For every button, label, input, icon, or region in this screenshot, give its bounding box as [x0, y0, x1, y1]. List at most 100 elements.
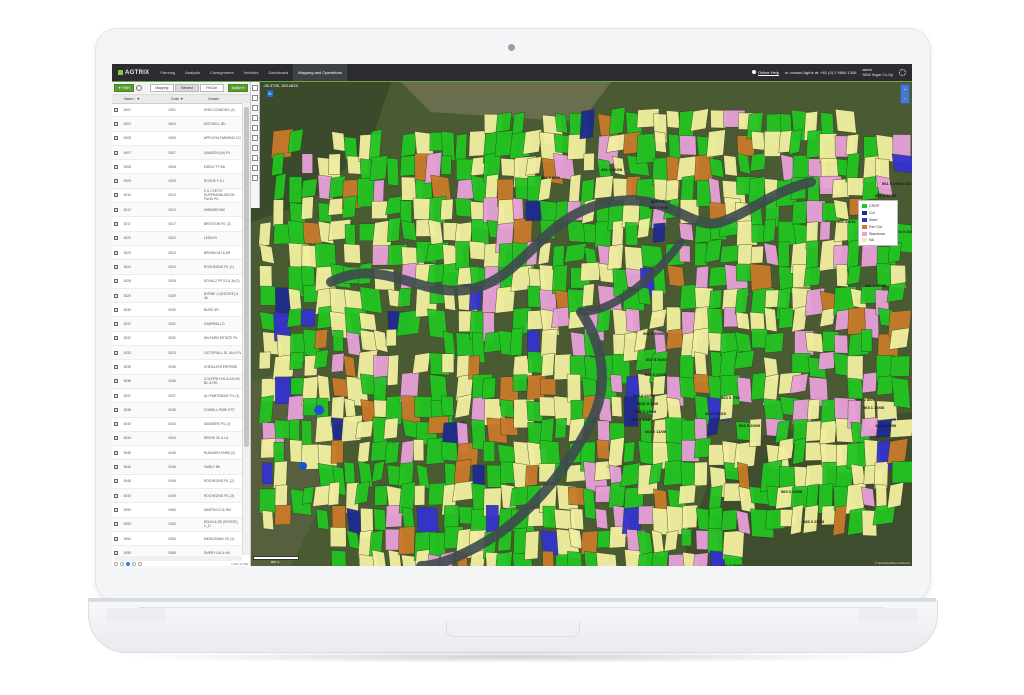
gear-icon[interactable] — [899, 69, 906, 76]
table-row[interactable]: 0024 0024 ROCHEONG P/L (1) — [112, 260, 242, 275]
brand-logo[interactable]: AGTRIX — [112, 64, 155, 81]
row-checkbox[interactable] — [114, 450, 119, 455]
row-checkbox[interactable] — [114, 493, 119, 498]
table-row[interactable]: 0046 0046 FAIRLY BK — [112, 460, 242, 475]
block-label[interactable]: 601 0 8/09 — [541, 176, 560, 180]
user-menu[interactable]: admin NSW Sugar Co-Op — [862, 68, 893, 78]
tab-mapping[interactable]: Mapping — [149, 84, 174, 92]
block-label[interactable]: 662 4 10/09 — [875, 194, 896, 198]
table-row[interactable]: 0050 0050 MARTIN GJ & RM — [112, 503, 242, 518]
block-label[interactable]: 602 5 26/07 — [646, 358, 667, 362]
row-checkbox[interactable] — [114, 150, 119, 155]
refresh-icon[interactable] — [135, 85, 142, 91]
table-row[interactable]: 0032 0032 WILFARM ESTATE P/L — [112, 332, 242, 347]
row-checkbox[interactable] — [114, 393, 119, 398]
help-area[interactable]: Online Help — [752, 70, 779, 75]
pan-tool-icon[interactable] — [252, 85, 258, 91]
nav-item-analysis[interactable]: Analysis — [180, 64, 205, 81]
zoom-control[interactable]: + − — [900, 84, 910, 104]
table-row[interactable]: 0054 0054 MIDDLEMAN CE (1) — [112, 532, 242, 547]
current-page[interactable] — [126, 561, 130, 566]
first-page-icon[interactable] — [114, 561, 118, 566]
block-label[interactable]: 112 2 8/09 — [856, 398, 875, 402]
action-button[interactable]: Action ▾ — [227, 84, 248, 92]
table-row[interactable]: 0037 0037 ALI PARTRIDGE P/L (1) — [112, 389, 242, 404]
table-row[interactable]: 0045 0045 RUDAVEN FARM (2) — [112, 446, 242, 461]
cane-block-map[interactable] — [251, 82, 912, 566]
block-label[interactable]: 1021 0 8/09 — [637, 402, 658, 406]
block-label[interactable]: 502 0 8/09 — [651, 200, 670, 204]
row-checkbox[interactable] — [114, 550, 119, 555]
column-filter-icon[interactable]: ▼ — [137, 97, 140, 101]
table-row[interactable]: 0017 0017 BROSTON P/L (2) — [112, 217, 242, 232]
block-label[interactable]: 550 0 15/09 — [635, 410, 656, 414]
row-checkbox[interactable] — [114, 222, 119, 227]
row-checkbox[interactable] — [114, 479, 119, 484]
column-header-grower[interactable]: Grower — [205, 97, 248, 101]
block-label[interactable]: 604 0 11/09 — [645, 430, 666, 434]
table-row[interactable]: 0012 0012 HIBBARD BW — [112, 203, 242, 218]
block-label[interactable]: 461 1 26/08 — [601, 168, 622, 172]
block-label[interactable]: 562 5 25/09 — [643, 332, 664, 336]
print-icon[interactable] — [252, 135, 258, 141]
row-checkbox[interactable] — [114, 236, 119, 241]
block-label[interactable]: 600 0 24/08 — [645, 373, 666, 377]
table-row[interactable]: 0031 0031 CAMPBELL D — [112, 317, 242, 332]
row-checkbox[interactable] — [114, 164, 119, 169]
table-row[interactable]: 0010 0010 S & J KEITH SUPERANNUATION FUND … — [112, 189, 242, 204]
table-row[interactable]: 0055 0055 EMERY LW & HA — [112, 546, 242, 556]
table-row[interactable]: 0020 0020 LEDIN R — [112, 231, 242, 246]
export-icon[interactable] — [252, 165, 258, 171]
filter-button[interactable]: ▼ Filter — [114, 84, 134, 92]
zoom-in-button[interactable]: + — [904, 87, 906, 92]
zoom-out-button[interactable]: − — [904, 96, 906, 101]
layers-icon[interactable] — [252, 155, 258, 161]
row-checkbox[interactable] — [114, 422, 119, 427]
row-checkbox[interactable] — [114, 379, 119, 384]
nav-item-mapping-and-operations[interactable]: Mapping and Operations — [293, 64, 347, 81]
table-row[interactable]: 0030 0030 BUSS GR — [112, 303, 242, 318]
table-row[interactable]: 0008 0008 EARLE TF BA — [112, 160, 242, 175]
row-checkbox[interactable] — [114, 293, 119, 298]
table-row[interactable]: 0049 0049 ROCHEONG P/L (3) — [112, 489, 242, 504]
block-label[interactable]: 501 0 24/09 — [633, 394, 654, 398]
row-checkbox[interactable] — [114, 121, 119, 126]
block-label[interactable]: 503 0 8/09 — [649, 206, 668, 210]
table-row[interactable]: 0026 0026 SCHULZ FP SJ & JA (1) — [112, 275, 242, 289]
block-label[interactable]: 401 1 27/08 — [865, 284, 886, 288]
block-label[interactable]: 683 0 25/08 — [803, 520, 824, 524]
row-checkbox[interactable] — [114, 136, 119, 141]
row-checkbox[interactable] — [114, 179, 119, 184]
block-label[interactable]: 402 6 25/10 — [705, 412, 726, 416]
block-label[interactable]: 620 5 1/10 — [631, 418, 650, 422]
row-checkbox[interactable] — [114, 536, 119, 541]
select-tool-icon[interactable] — [252, 95, 258, 101]
prev-page-icon[interactable] — [120, 561, 124, 566]
row-checkbox[interactable] — [114, 279, 119, 284]
next-page-icon[interactable] — [132, 561, 136, 566]
table-row[interactable]: 0033 0033 CATTERALL JE, AN & PL — [112, 346, 242, 361]
north-arrow-icon[interactable]: N — [267, 90, 273, 97]
row-checkbox[interactable] — [114, 336, 119, 341]
row-checkbox[interactable] — [114, 264, 119, 269]
row-checkbox[interactable] — [114, 522, 119, 527]
column-filter-icon[interactable]: ▼ — [180, 97, 183, 101]
table-row[interactable]: 0040 0040 SANDERS P/L (2) — [112, 418, 242, 432]
column-header-name[interactable]: Name ↑ ▼ — [121, 97, 168, 101]
nav-item-consignment[interactable]: Consignment — [205, 64, 239, 81]
table-row[interactable]: 0048 0048 ROCHEONG P/L (2) — [112, 475, 242, 490]
map-canvas[interactable]: 601 0 8/09 461 1 26/08 502 0 8/09 503 0 8/0… — [251, 82, 912, 566]
row-checkbox[interactable] — [114, 507, 119, 512]
edit-vertex-icon[interactable] — [252, 115, 258, 121]
block-label[interactable]: 112 2 29/08 — [875, 424, 896, 428]
table-row[interactable]: 0005 0005 APPLEGA FARMING CO — [112, 132, 242, 146]
tab-fincon[interactable]: FinCon — [199, 84, 224, 92]
tab-harvest[interactable]: Harvest — [174, 84, 199, 92]
nav-item-dashboard[interactable]: Dashboard — [264, 64, 294, 81]
table-row[interactable]: 0036 0036 COLEPSH KG & KA KM BC & RG — [112, 374, 242, 389]
row-checkbox[interactable] — [114, 436, 119, 441]
row-checkbox[interactable] — [114, 364, 119, 369]
online-help-link[interactable]: Online Help — [758, 70, 779, 75]
row-checkbox[interactable] — [114, 350, 119, 355]
block-label[interactable]: 603 5 25/09 — [721, 564, 742, 567]
